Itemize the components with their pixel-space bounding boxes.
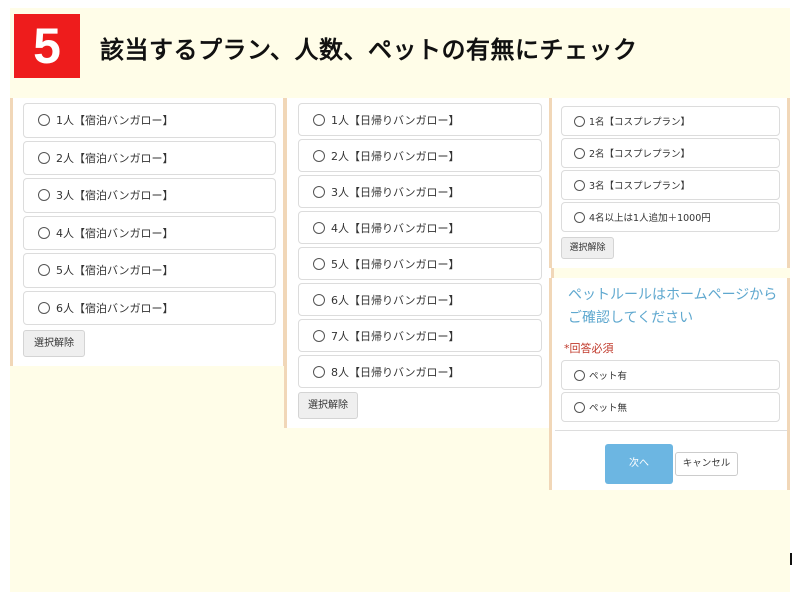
cosplay-plan-panel: 1名【コスプレプラン】 2名【コスプレプラン】 3名【コスプレプラン】 4名以上… xyxy=(549,98,790,268)
option-label: 8人【日帰りバンガロー】 xyxy=(331,365,460,379)
radio-circle-icon[interactable] xyxy=(313,221,325,234)
stay-plan-panel: 1人【宿泊バンガロー】 2人【宿泊バンガロー】 3人【宿泊バンガロー】 4人【宿… xyxy=(10,98,286,366)
radio-circle-icon[interactable] xyxy=(313,329,325,342)
day-option-8[interactable]: 8人【日帰りバンガロー】 xyxy=(298,355,542,388)
day-option-3[interactable]: 3人【日帰りバンガロー】 xyxy=(298,175,542,208)
cosplay-option-4[interactable]: 4名以上は1人追加＋1000円 xyxy=(561,202,780,232)
radio-circle-icon[interactable] xyxy=(38,151,50,164)
option-label: 5人【宿泊バンガロー】 xyxy=(56,264,174,278)
pet-option-yes[interactable]: ペット有 xyxy=(561,360,780,390)
option-label: 5人【日帰りバンガロー】 xyxy=(331,257,460,271)
radio-circle-icon[interactable] xyxy=(313,257,325,270)
pet-rule-note: ペットルールはホームページからご確認してください xyxy=(568,287,778,326)
day-option-4[interactable]: 4人【日帰りバンガロー】 xyxy=(298,211,542,244)
required-label: *回答必須 xyxy=(564,342,614,355)
option-label: 4人【宿泊バンガロー】 xyxy=(56,226,174,240)
day-clear-button[interactable]: 選択解除 xyxy=(298,392,358,419)
option-label: 2人【宿泊バンガロー】 xyxy=(56,151,174,165)
radio-circle-icon[interactable] xyxy=(313,365,325,378)
cosplay-option-1[interactable]: 1名【コスプレプラン】 xyxy=(561,106,780,136)
radio-circle-icon[interactable] xyxy=(574,401,585,413)
option-label: 4人【日帰りバンガロー】 xyxy=(331,221,460,235)
day-plan-options: 1人【日帰りバンガロー】 2人【日帰りバンガロー】 3人【日帰りバンガロー】 4… xyxy=(298,103,542,388)
pet-panel: ペットルールはホームページからご確認してください *回答必須 ペット有 ペット無… xyxy=(549,278,790,490)
radio-circle-icon[interactable] xyxy=(313,113,325,126)
day-option-5[interactable]: 5人【日帰りバンガロー】 xyxy=(298,247,542,280)
option-label: 4名以上は1人追加＋1000円 xyxy=(589,213,711,224)
edge-mark xyxy=(790,553,792,565)
divider xyxy=(555,430,787,431)
radio-circle-icon[interactable] xyxy=(574,115,585,127)
day-plan-panel: 1人【日帰りバンガロー】 2人【日帰りバンガロー】 3人【日帰りバンガロー】 4… xyxy=(284,98,554,428)
stay-option-6[interactable]: 6人【宿泊バンガロー】 xyxy=(23,290,276,325)
radio-circle-icon[interactable] xyxy=(574,211,585,223)
day-option-6[interactable]: 6人【日帰りバンガロー】 xyxy=(298,283,542,316)
cancel-button[interactable]: キャンセル xyxy=(675,452,738,476)
radio-circle-icon[interactable] xyxy=(38,264,50,277)
pet-options: ペット有 ペット無 xyxy=(561,360,780,422)
radio-circle-icon[interactable] xyxy=(38,226,50,239)
option-label: 2名【コスプレプラン】 xyxy=(589,149,691,160)
day-option-2[interactable]: 2人【日帰りバンガロー】 xyxy=(298,139,542,172)
cosplay-clear-button[interactable]: 選択解除 xyxy=(561,237,614,259)
page-title: 該当するプラン、人数、ペットの有無にチェック xyxy=(100,36,638,64)
next-button[interactable]: 次へ xyxy=(605,444,673,484)
radio-circle-icon[interactable] xyxy=(38,114,50,127)
stay-option-2[interactable]: 2人【宿泊バンガロー】 xyxy=(23,140,276,175)
option-label: 1人【日帰りバンガロー】 xyxy=(331,113,460,127)
option-label: 2人【日帰りバンガロー】 xyxy=(331,149,460,163)
day-option-7[interactable]: 7人【日帰りバンガロー】 xyxy=(298,319,542,352)
radio-circle-icon[interactable] xyxy=(38,301,50,314)
radio-circle-icon[interactable] xyxy=(574,179,585,191)
option-label: 3人【日帰りバンガロー】 xyxy=(331,185,460,199)
stay-plan-options: 1人【宿泊バンガロー】 2人【宿泊バンガロー】 3人【宿泊バンガロー】 4人【宿… xyxy=(23,103,276,325)
radio-circle-icon[interactable] xyxy=(38,189,50,202)
option-label: 6人【日帰りバンガロー】 xyxy=(331,293,460,307)
option-label: 1名【コスプレプラン】 xyxy=(589,117,691,128)
radio-circle-icon[interactable] xyxy=(313,185,325,198)
stay-clear-button[interactable]: 選択解除 xyxy=(23,330,85,357)
radio-circle-icon[interactable] xyxy=(574,369,585,381)
step-number-badge: 5 xyxy=(14,14,80,78)
option-label: 7人【日帰りバンガロー】 xyxy=(331,329,460,343)
radio-circle-icon[interactable] xyxy=(313,293,325,306)
cosplay-plan-options: 1名【コスプレプラン】 2名【コスプレプラン】 3名【コスプレプラン】 4名以上… xyxy=(561,106,780,232)
pet-option-no[interactable]: ペット無 xyxy=(561,392,780,422)
stay-option-4[interactable]: 4人【宿泊バンガロー】 xyxy=(23,215,276,250)
cosplay-option-2[interactable]: 2名【コスプレプラン】 xyxy=(561,138,780,168)
option-label: 3人【宿泊バンガロー】 xyxy=(56,189,174,203)
option-label: 1人【宿泊バンガロー】 xyxy=(56,114,174,128)
radio-circle-icon[interactable] xyxy=(313,149,325,162)
stay-option-5[interactable]: 5人【宿泊バンガロー】 xyxy=(23,253,276,288)
option-label: 6人【宿泊バンガロー】 xyxy=(56,301,174,315)
cosplay-option-3[interactable]: 3名【コスプレプラン】 xyxy=(561,170,780,200)
option-label: ペット無 xyxy=(589,403,628,414)
stay-option-3[interactable]: 3人【宿泊バンガロー】 xyxy=(23,178,276,213)
stay-option-1[interactable]: 1人【宿泊バンガロー】 xyxy=(23,103,276,138)
radio-circle-icon[interactable] xyxy=(574,147,585,159)
option-label: ペット有 xyxy=(589,371,628,382)
option-label: 3名【コスプレプラン】 xyxy=(589,181,691,192)
day-option-1[interactable]: 1人【日帰りバンガロー】 xyxy=(298,103,542,136)
